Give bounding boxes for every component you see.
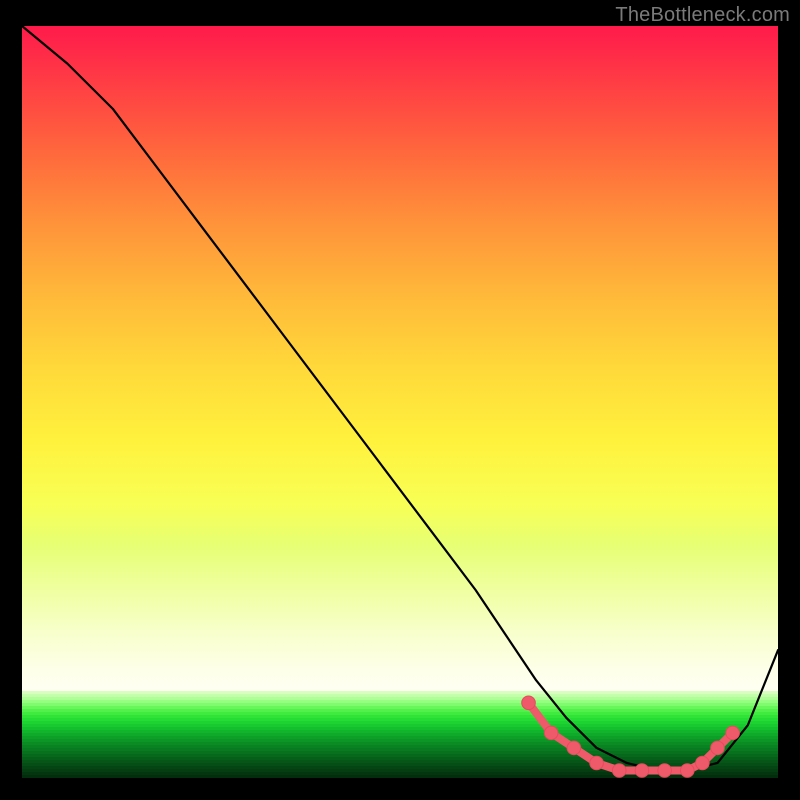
highlight-dot <box>680 764 694 778</box>
highlight-dot <box>612 764 626 778</box>
highlight-dot <box>567 741 581 755</box>
plot-area <box>22 26 778 778</box>
highlight-dot <box>590 756 604 770</box>
highlight-dot <box>522 696 536 710</box>
watermark-text: TheBottleneck.com <box>615 4 790 27</box>
highlight-dot <box>696 756 710 770</box>
curve-layer <box>22 26 778 778</box>
highlight-dot <box>711 741 725 755</box>
chart-frame: TheBottleneck.com <box>0 0 800 800</box>
bottleneck-curve <box>22 26 778 770</box>
highlight-dot <box>544 726 558 740</box>
highlight-dot <box>635 764 649 778</box>
highlight-dot <box>726 726 740 740</box>
highlight-dots <box>522 696 740 777</box>
highlight-dot <box>658 764 672 778</box>
